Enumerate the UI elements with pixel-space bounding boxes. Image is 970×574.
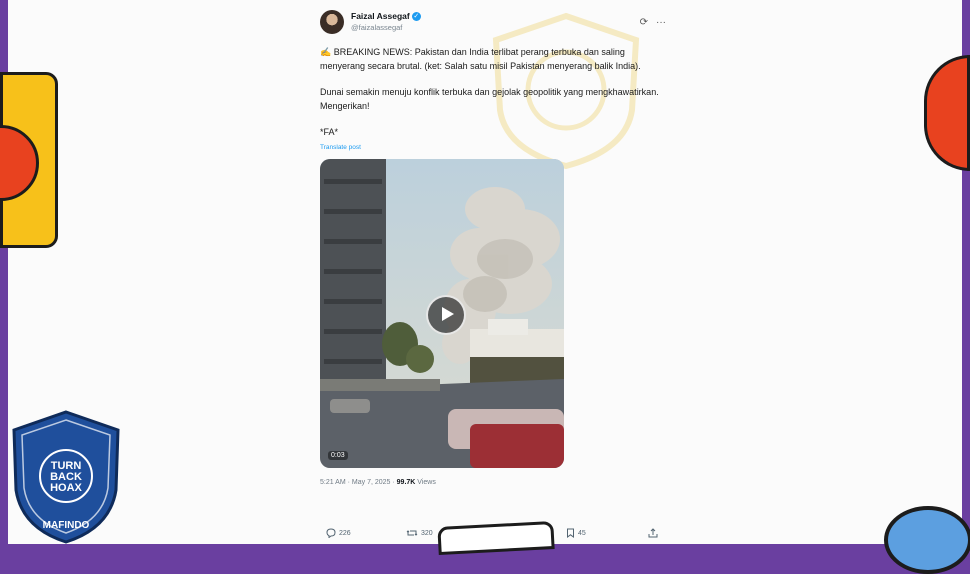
header-actions: ⟳ ··· [640, 17, 670, 28]
repost-button[interactable]: 320 [406, 528, 566, 538]
decorative-sticker-right [924, 55, 970, 171]
badge-line-3: HOAX [50, 482, 82, 494]
avatar[interactable] [320, 10, 344, 34]
verified-badge-icon: ✓ [411, 12, 421, 22]
reply-icon [326, 528, 336, 538]
tweet-paragraph-2: Dunai semakin menuju konflik terbuka dan… [320, 87, 659, 111]
mafindo-turn-back-hoax-logo: TURN BACK HOAX MAFINDO [12, 410, 120, 544]
decorative-circle [0, 125, 39, 201]
tweet-timestamp[interactable]: 5:21 AM · May 7, 2025 · [320, 479, 397, 486]
reply-count: 226 [339, 529, 351, 537]
views-label: Views [415, 478, 436, 486]
video-duration: 0:03 [328, 450, 348, 460]
share-button[interactable] [648, 528, 658, 538]
tweet-meta: 5:21 AM · May 7, 2025 · 99.7K Views [320, 479, 670, 486]
decorative-sticker-bottom [437, 520, 555, 556]
grok-icon[interactable]: ⟳ [640, 17, 648, 28]
decorative-sticker-left [0, 72, 58, 248]
bookmark-count: 45 [578, 529, 586, 537]
tweet-header: Faizal Assegaf ✓ @faizalassegaf ⟳ ··· [320, 6, 670, 38]
bookmark-button[interactable]: 45 [566, 528, 648, 538]
more-options-icon[interactable]: ··· [656, 17, 666, 28]
tweet-card[interactable]: Faizal Assegaf ✓ @faizalassegaf ⟳ ··· ✍️ … [320, 6, 670, 486]
screenshot-canvas: Faizal Assegaf ✓ @faizalassegaf ⟳ ··· ✍️ … [0, 0, 970, 574]
author-block: Faizal Assegaf ✓ @faizalassegaf [351, 11, 421, 33]
tweet-paragraph-1: ✍️ BREAKING NEWS: Pakistan dan India ter… [320, 47, 641, 71]
translate-post-link[interactable]: Translate post [320, 144, 670, 151]
bookmark-icon [567, 528, 574, 538]
tweet-action-bar: 226 320 45 [326, 528, 666, 538]
play-button[interactable] [426, 294, 466, 335]
share-icon [648, 528, 658, 538]
author-name[interactable]: Faizal Assegaf [351, 11, 410, 21]
badge-footer: MAFINDO [43, 520, 90, 531]
tweet-text: ✍️ BREAKING NEWS: Pakistan dan India ter… [320, 46, 670, 140]
tweet-video[interactable]: 0:03 [320, 158, 564, 468]
tweet-paragraph-3: *FA* [320, 127, 339, 138]
author-handle[interactable]: @faizalassegaf [351, 22, 421, 33]
reply-button[interactable]: 226 [326, 528, 406, 538]
decorative-sticker-bottom-right [884, 506, 970, 574]
repost-icon [406, 530, 418, 536]
repost-count: 320 [421, 529, 433, 537]
views-count: 99.7K [396, 478, 416, 486]
